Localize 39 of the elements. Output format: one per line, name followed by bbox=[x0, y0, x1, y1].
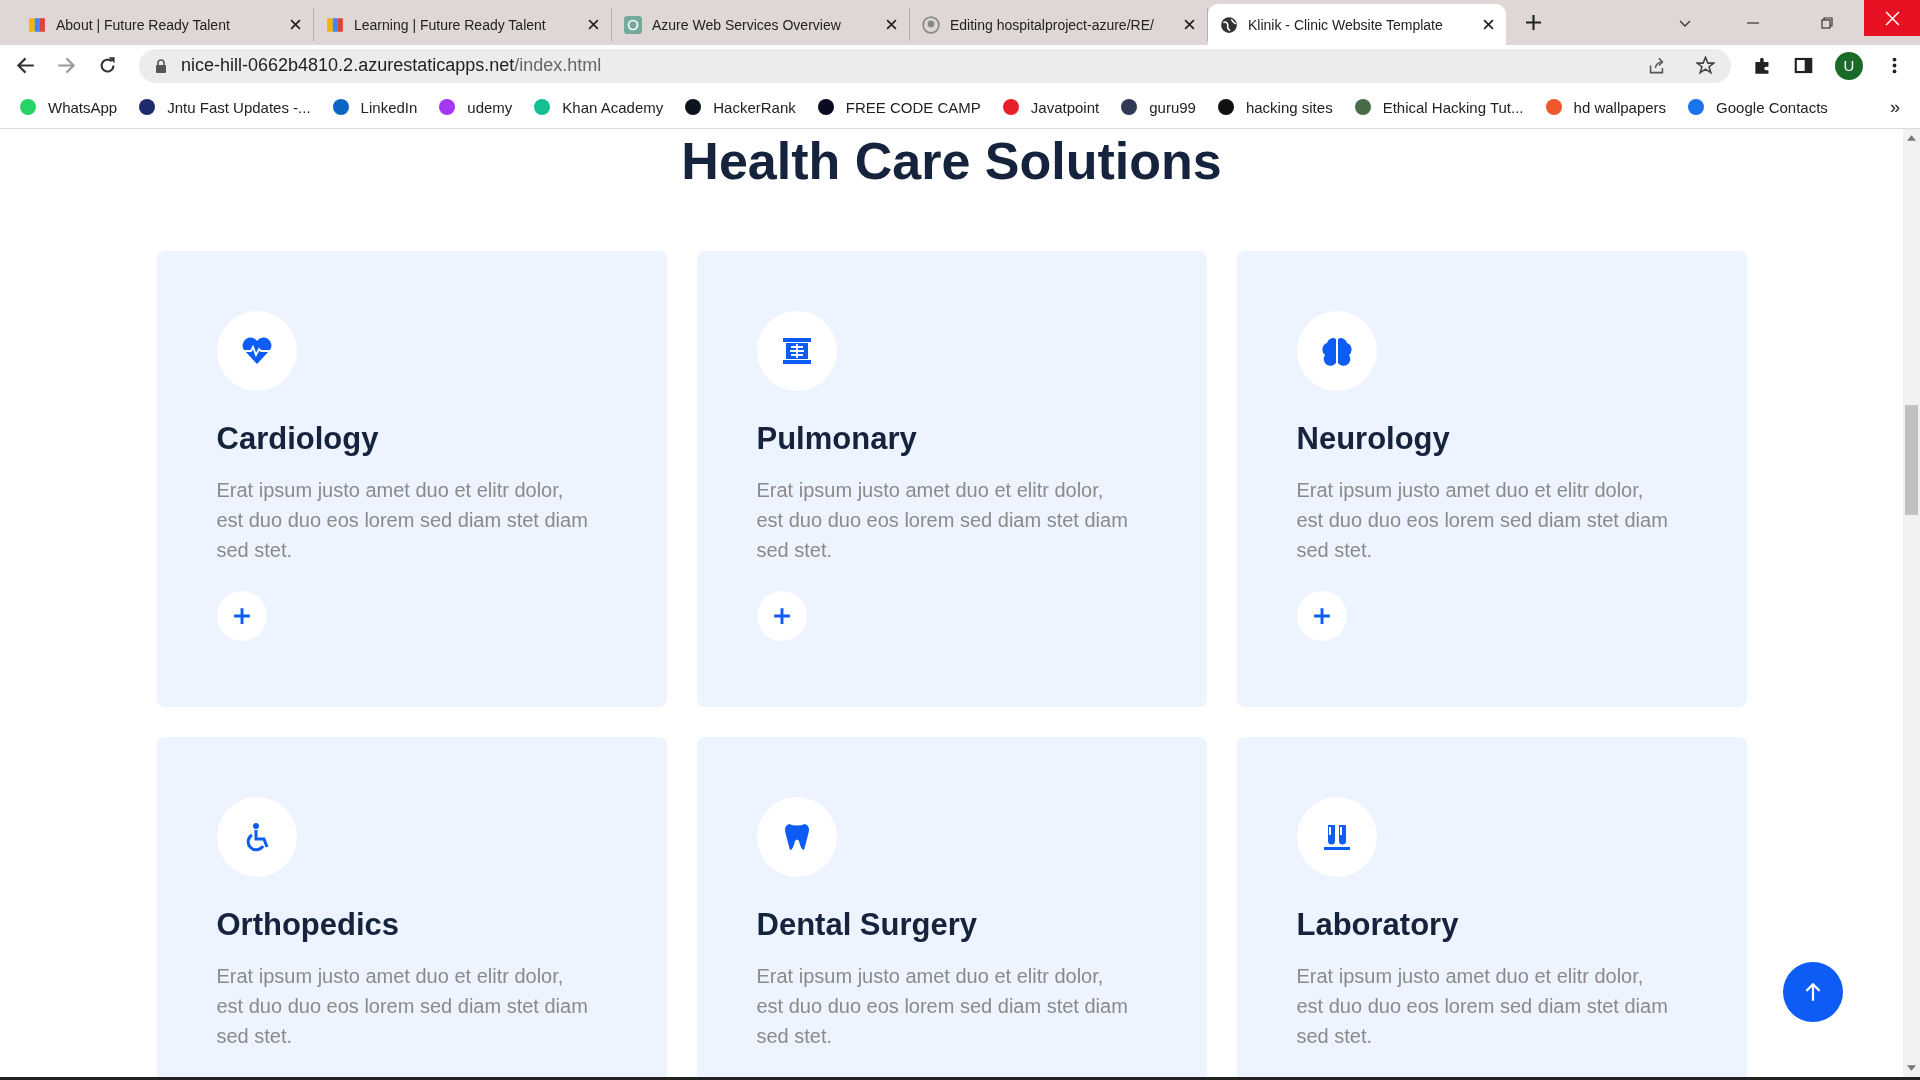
bookmark[interactable]: Google Contacts bbox=[1688, 98, 1828, 116]
service-description: Erat ipsum justo amet duo et elitr dolor, est duo duo eos lorem sed diam stet diam sed stet. bbox=[216, 478, 589, 563]
service-description: Erat ipsum justo amet duo et elitr dolor, est duo duo eos lorem sed diam stet diam sed stet. bbox=[216, 964, 589, 1049]
service-title: Pulmonary bbox=[756, 421, 917, 457]
service-title: Orthopedics bbox=[216, 907, 400, 943]
browser-tab[interactable]: Learning | Future Ready Talent bbox=[314, 8, 612, 41]
bookmark[interactable]: guru99 bbox=[1121, 98, 1196, 116]
browser-tab[interactable]: About | Future Ready Talent bbox=[16, 8, 314, 41]
browser-tab[interactable]: Azure Web Services Overview bbox=[612, 8, 910, 41]
bookmark[interactable]: Javatpoint bbox=[1002, 98, 1100, 116]
tab-title: Klinik - Clinic Website Template bbox=[1248, 16, 1444, 33]
bookmark[interactable]: FREE CODE CAMP bbox=[817, 98, 981, 116]
bookmark[interactable]: HackerRank bbox=[685, 98, 796, 116]
bookmark[interactable]: udemy bbox=[439, 98, 513, 116]
more-bookmarks-button[interactable]: » bbox=[1890, 96, 1900, 118]
browser-tab[interactable]: Klinik - Clinic Website Template bbox=[1208, 4, 1506, 45]
bookmark[interactable]: Ethical Hacking Tut... bbox=[1354, 98, 1524, 116]
bookmark[interactable]: LinkedIn bbox=[332, 98, 418, 116]
bookmark[interactable]: Jntu Fast Updates -... bbox=[139, 98, 311, 116]
service-title: Laboratory bbox=[1296, 907, 1459, 943]
tab-title: Learning | Future Ready Talent bbox=[354, 16, 547, 33]
section-heading: Health Care Solutions bbox=[681, 131, 1222, 191]
service-description: Erat ipsum justo amet duo et elitr dolor, est duo duo eos lorem sed diam stet diam sed stet. bbox=[756, 964, 1129, 1049]
address-bar[interactable]: nice-hill-0662b4810.2.azurestaticapps.net/index.html bbox=[139, 48, 1731, 83]
tab-title: Editing hospitalproject-azure/RE/ bbox=[950, 16, 1155, 33]
bookmark[interactable]: hd wallpapers bbox=[1545, 98, 1667, 116]
service-title: Cardiology bbox=[216, 421, 379, 457]
service-description: Erat ipsum justo amet duo et elitr dolor, est duo duo eos lorem sed diam stet diam sed stet. bbox=[756, 478, 1129, 563]
service-title: Neurology bbox=[1296, 421, 1450, 457]
url-text: nice-hill-0662b4810.2.azurestaticapps.net/index.html bbox=[181, 55, 602, 76]
service-description: Erat ipsum justo amet duo et elitr dolor, est duo duo eos lorem sed diam stet diam sed stet. bbox=[1296, 964, 1669, 1049]
bookmark[interactable]: Khan Academy bbox=[534, 98, 664, 116]
service-title: Dental Surgery bbox=[756, 907, 977, 943]
bookmark[interactable]: hacking sites bbox=[1217, 98, 1333, 116]
bookmark[interactable]: WhatsApp bbox=[20, 98, 118, 116]
tab-title: Azure Web Services Overview bbox=[652, 16, 842, 33]
tab-title: About | Future Ready Talent bbox=[56, 16, 231, 33]
profile-avatar[interactable]: U bbox=[1835, 51, 1863, 80]
service-description: Erat ipsum justo amet duo et elitr dolor, est duo duo eos lorem sed diam stet diam sed stet. bbox=[1296, 478, 1669, 563]
